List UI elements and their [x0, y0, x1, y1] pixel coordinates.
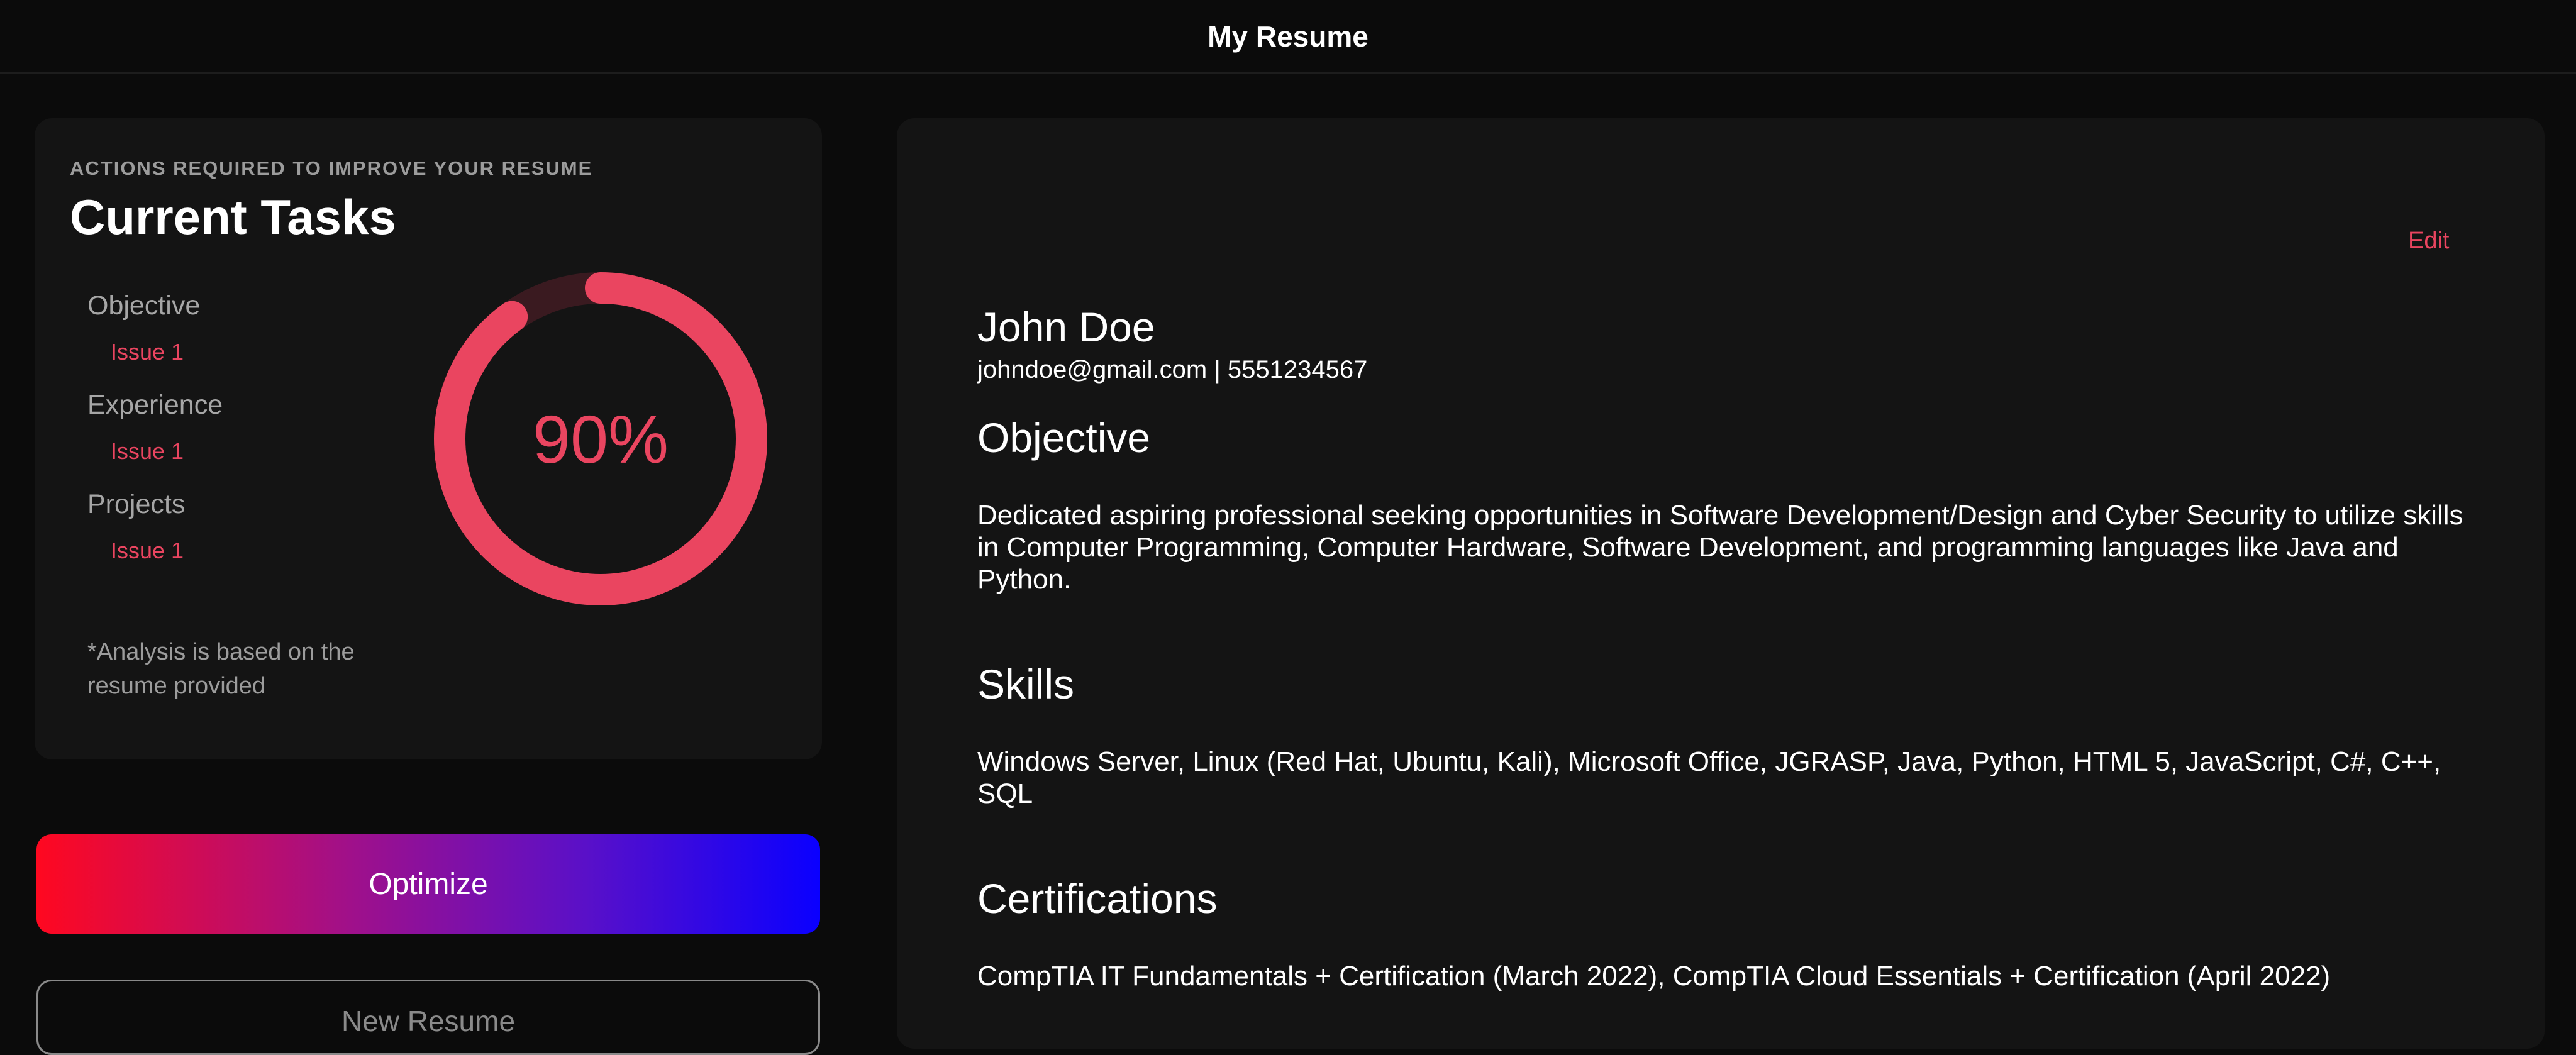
- resume-contact: johndoe@gmail.com | 5551234567: [977, 356, 1368, 384]
- task-group-projects: Projects Issue 1: [87, 487, 414, 566]
- section-body: Dedicated aspiring professional seeking …: [977, 500, 2463, 595]
- task-name: Projects: [87, 489, 186, 519]
- resume-content: John Doe johndoe@gmail.com | 5551234567 …: [977, 302, 2487, 992]
- task-name: Experience: [87, 390, 223, 420]
- section-heading: Objective: [977, 414, 1151, 461]
- tasks-title: Current Tasks: [70, 189, 396, 245]
- task-group-experience: Experience Issue 1: [87, 387, 414, 467]
- edit-button[interactable]: Edit: [2408, 228, 2449, 255]
- resume-name: John Doe: [977, 304, 1155, 350]
- page-title: My Resume: [1208, 19, 1368, 53]
- resume-section-objective: Objective Dedicated aspiring professiona…: [977, 412, 2487, 595]
- task-name: Objective: [87, 290, 201, 321]
- resume-preview-panel: Edit John Doe johndoe@gmail.com | 555123…: [897, 118, 2545, 1049]
- section-heading: Skills: [977, 661, 1075, 707]
- section-body: CompTIA IT Fundamentals + Certification …: [977, 961, 2331, 991]
- section-body: Windows Server, Linux (Red Hat, Ubuntu, …: [977, 746, 2441, 809]
- task-group-objective: Objective Issue 1: [87, 288, 414, 367]
- current-tasks-card: ACTIONS REQUIRED TO IMPROVE YOUR RESUME …: [35, 118, 822, 759]
- task-issue-link[interactable]: Issue 1: [111, 536, 414, 566]
- analysis-note: *Analysis is based on the resume provide…: [87, 639, 355, 699]
- new-resume-button[interactable]: New Resume: [36, 980, 820, 1055]
- optimize-button[interactable]: Optimize: [36, 834, 820, 934]
- score-percentage: 90%: [532, 400, 669, 477]
- section-heading: Certifications: [977, 875, 1218, 922]
- resume-section-skills: Skills Windows Server, Linux (Red Hat, U…: [977, 659, 2487, 810]
- tasks-kicker: ACTIONS REQUIRED TO IMPROVE YOUR RESUME: [70, 157, 593, 179]
- top-bar: My Resume: [0, 0, 2576, 74]
- task-issue-link[interactable]: Issue 1: [111, 337, 414, 367]
- task-issue-link[interactable]: Issue 1: [111, 436, 414, 467]
- task-list: Objective Issue 1 Experience Issue 1 Pro…: [87, 288, 414, 586]
- resume-section-certifications: Certifications CompTIA IT Fundamentals +…: [977, 873, 2487, 992]
